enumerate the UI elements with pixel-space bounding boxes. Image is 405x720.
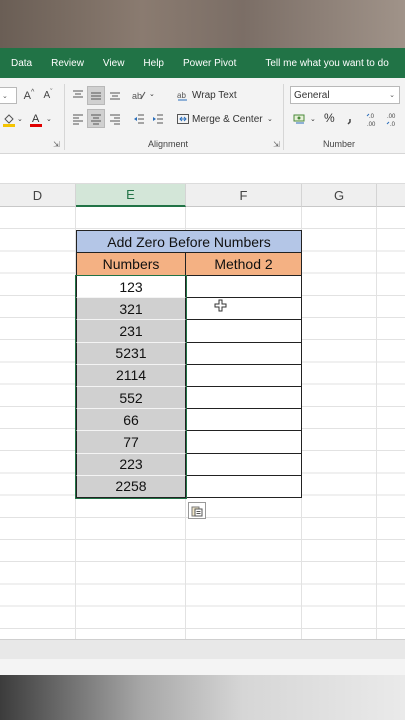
decrease-font-button[interactable]: Aˇ (41, 87, 55, 104)
svg-text:.00: .00 (387, 114, 396, 120)
column-header-f[interactable]: F (186, 184, 302, 207)
group-separator (64, 84, 65, 150)
status-bar (0, 659, 405, 675)
method2-cell[interactable] (186, 342, 302, 365)
svg-text:A: A (32, 113, 40, 125)
font-dialog-launcher-icon[interactable]: ⇲ (53, 140, 60, 149)
paste-options-icon[interactable] (188, 502, 206, 519)
decrease-indent-icon[interactable] (131, 110, 147, 128)
svg-text:.0: .0 (369, 114, 375, 120)
chevron-down-icon[interactable]: ⌄ (46, 115, 52, 123)
chevron-down-icon[interactable]: ⌄ (149, 90, 155, 98)
method2-cell[interactable] (186, 475, 302, 498)
method2-cell[interactable] (186, 453, 302, 476)
number-cell[interactable]: 2114 (76, 364, 186, 387)
svg-text:ab: ab (177, 91, 186, 100)
bottom-align-icon[interactable] (107, 86, 123, 104)
chevron-down-icon[interactable]: ⌄ (267, 115, 273, 123)
method2-cell[interactable] (186, 320, 302, 343)
svg-text:ab: ab (132, 91, 142, 101)
align-left-icon[interactable] (70, 110, 86, 128)
tab-data[interactable]: Data (11, 58, 32, 69)
column-header-h[interactable] (377, 184, 405, 207)
tab-help[interactable]: Help (143, 58, 164, 69)
numbers-header-cell[interactable]: Numbers (76, 253, 186, 276)
bottom-background (0, 675, 405, 720)
top-background (0, 0, 405, 48)
number-cell[interactable]: 66 (76, 409, 186, 432)
table-title-cell[interactable]: Add Zero Before Numbers (76, 230, 302, 253)
increase-font-button[interactable]: A ^ (22, 87, 36, 104)
percent-style-button[interactable]: % (324, 111, 335, 125)
font-color-icon[interactable]: A (28, 110, 44, 128)
top-align-icon[interactable] (70, 86, 86, 104)
chevron-down-icon: ⌄ (2, 92, 8, 100)
number-cell[interactable]: 123 (76, 276, 186, 299)
ribbon-tab-bar: Data Review View Help Power Pivot Tell m… (0, 48, 405, 78)
orientation-icon[interactable]: ab (131, 86, 147, 104)
wrap-text-button[interactable]: Wrap Text (192, 90, 237, 101)
align-right-icon[interactable] (107, 110, 123, 128)
chevron-down-icon: ⌄ (389, 92, 395, 99)
group-separator (283, 84, 284, 150)
formula-bar[interactable] (0, 154, 405, 184)
method2-cell[interactable] (186, 387, 302, 410)
method2-cell[interactable] (186, 409, 302, 432)
method2-cell[interactable] (186, 276, 302, 299)
number-cell[interactable]: 2258 (76, 475, 186, 498)
number-format-dropdown[interactable]: General ⌄ (290, 86, 400, 104)
column-header-d[interactable]: D (0, 184, 76, 207)
ribbon: ⌄ A ^ Aˇ ⌄ A ⌄ ⇲ ab ⌄ ab Wrap Text Merge… (0, 78, 405, 154)
svg-text:.00: .00 (367, 122, 376, 127)
method2-cell[interactable] (186, 431, 302, 454)
number-cell[interactable]: 77 (76, 431, 186, 454)
alignment-group-label: Alignment (148, 139, 189, 149)
number-group-label: Number (323, 139, 356, 149)
svg-text:.0: .0 (390, 122, 396, 127)
number-cell[interactable]: 552 (76, 387, 186, 410)
merge-center-button[interactable]: Merge & Center (192, 114, 263, 125)
accounting-format-icon[interactable] (292, 110, 308, 128)
increase-decimal-icon[interactable]: .0.00 (366, 109, 382, 129)
chevron-down-icon[interactable]: ⌄ (310, 115, 316, 123)
sheet-tab-bar (0, 639, 405, 659)
method2-header-cell[interactable]: Method 2 (186, 253, 302, 276)
tab-power-pivot[interactable]: Power Pivot (183, 58, 236, 69)
number-cell[interactable]: 321 (76, 298, 186, 321)
middle-align-icon[interactable] (87, 86, 105, 105)
column-header-e[interactable]: E (76, 184, 186, 207)
wrap-text-icon: ab (176, 87, 190, 103)
increase-indent-icon[interactable] (150, 110, 166, 128)
chevron-down-icon[interactable]: ⌄ (17, 115, 23, 123)
decrease-decimal-icon[interactable]: .00.0 (386, 109, 402, 129)
number-cell[interactable]: 223 (76, 453, 186, 476)
tab-review[interactable]: Review (51, 58, 84, 69)
alignment-dialog-launcher-icon[interactable]: ⇲ (273, 140, 280, 149)
comma-style-icon[interactable] (343, 111, 357, 127)
method2-cell[interactable] (186, 298, 302, 321)
cell-cursor-icon (214, 299, 227, 312)
merge-center-icon (176, 111, 190, 127)
number-cell[interactable]: 5231 (76, 342, 186, 365)
method2-cell[interactable] (186, 364, 302, 387)
gridline (376, 207, 377, 639)
tell-me-search[interactable]: Tell me what you want to do (265, 58, 388, 69)
fill-color-icon[interactable] (0, 111, 18, 129)
tab-view[interactable]: View (103, 58, 125, 69)
align-center-icon[interactable] (87, 109, 105, 128)
number-cell[interactable]: 231 (76, 320, 186, 343)
font-size-dropdown[interactable]: ⌄ (0, 87, 17, 104)
column-header-g[interactable]: G (302, 184, 377, 207)
